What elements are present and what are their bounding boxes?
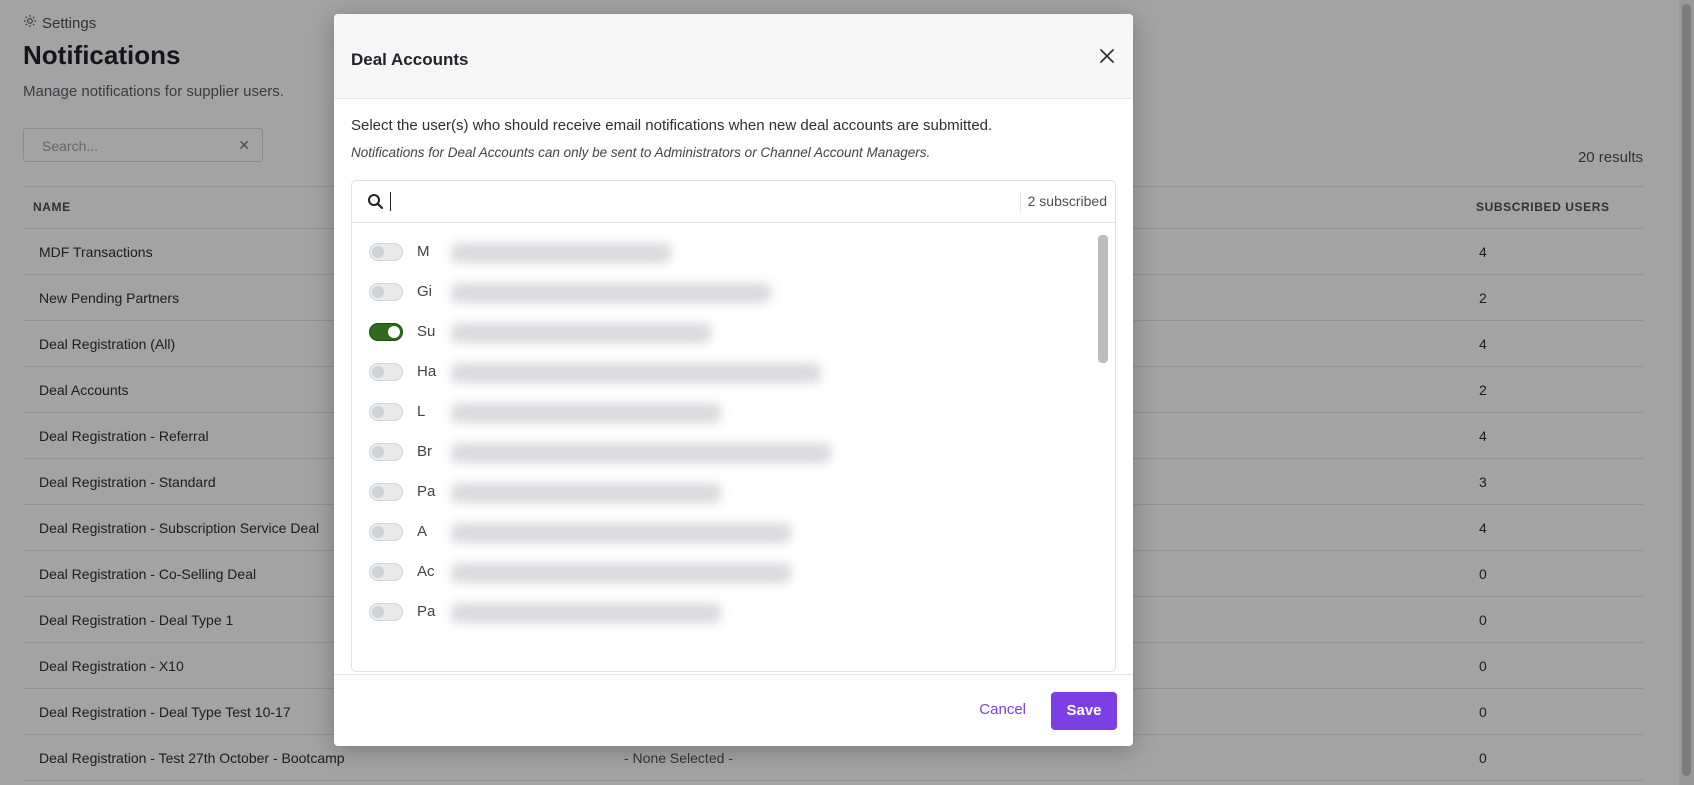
redacted-user-details <box>451 403 721 423</box>
user-item: Pa <box>369 477 1069 507</box>
redacted-user-details <box>451 443 831 463</box>
user-list-scrollbar-thumb[interactable] <box>1098 235 1108 363</box>
user-item: Pa <box>369 597 1069 627</box>
user-name: Ha <box>417 363 437 380</box>
toggle-knob <box>372 566 384 578</box>
user-item: Gi <box>369 277 1069 307</box>
toggle-knob <box>372 526 384 538</box>
subscribe-toggle[interactable] <box>369 403 403 421</box>
save-button[interactable]: Save <box>1051 692 1117 730</box>
user-search-bar: 2 subscribed <box>352 181 1115 223</box>
modal-footer: Cancel Save <box>334 674 1133 746</box>
user-item: Br <box>369 437 1069 467</box>
cancel-button[interactable]: Cancel <box>979 701 1026 718</box>
redacted-user-details <box>451 323 711 343</box>
user-item: M <box>369 237 1069 267</box>
user-item: Su <box>369 317 1069 347</box>
subscribe-toggle[interactable] <box>369 283 403 301</box>
redacted-user-details <box>451 523 791 543</box>
modal-title: Deal Accounts <box>351 50 469 69</box>
toggle-knob <box>372 366 384 378</box>
subscribe-toggle[interactable] <box>369 323 403 341</box>
user-name: Br <box>417 443 432 460</box>
subscribe-toggle[interactable] <box>369 483 403 501</box>
user-item: Ha <box>369 357 1069 387</box>
close-icon[interactable] <box>1095 44 1119 68</box>
modal-description: Select the user(s) who should receive em… <box>351 117 993 134</box>
user-name: Su <box>417 323 436 340</box>
toggle-knob <box>372 486 384 498</box>
redacted-user-details <box>451 563 791 583</box>
deal-accounts-modal: Deal Accounts Select the user(s) who sho… <box>334 14 1133 746</box>
redacted-user-details <box>451 603 721 623</box>
user-name: Gi <box>417 283 432 300</box>
user-search-input[interactable] <box>390 192 955 211</box>
toggle-knob <box>372 606 384 618</box>
user-selection-panel: 2 subscribed M Gi Su Ha L Br Pa A Ac Pa <box>351 180 1116 672</box>
subscribed-count: 2 subscribed <box>1027 193 1107 209</box>
redacted-user-details <box>451 363 821 383</box>
user-item: L <box>369 397 1069 427</box>
user-name: Ac <box>417 563 435 580</box>
user-name: Pa <box>417 603 436 620</box>
user-item: A <box>369 517 1069 547</box>
toggle-knob <box>372 246 384 258</box>
redacted-user-details <box>451 483 721 503</box>
search-divider <box>1020 191 1021 213</box>
subscribe-toggle[interactable] <box>369 563 403 581</box>
subscribe-toggle[interactable] <box>369 443 403 461</box>
subscribe-toggle[interactable] <box>369 363 403 381</box>
user-name: L <box>417 403 426 420</box>
toggle-knob <box>372 406 384 418</box>
redacted-user-details <box>451 283 771 303</box>
subscribe-toggle[interactable] <box>369 523 403 541</box>
user-list: M Gi Su Ha L Br Pa A Ac Pa <box>352 223 1115 663</box>
user-item: Ac <box>369 557 1069 587</box>
toggle-knob <box>388 326 400 338</box>
user-list-scrollbar[interactable] <box>1098 235 1108 655</box>
subscribe-toggle[interactable] <box>369 603 403 621</box>
modal-header: Deal Accounts <box>334 14 1133 99</box>
user-name: M <box>417 243 430 260</box>
redacted-user-details <box>451 243 671 263</box>
user-name: A <box>417 523 428 540</box>
search-icon <box>367 193 384 210</box>
user-name: Pa <box>417 483 436 500</box>
toggle-knob <box>372 446 384 458</box>
modal-note: Notifications for Deal Accounts can only… <box>351 145 931 160</box>
subscribe-toggle[interactable] <box>369 243 403 261</box>
toggle-knob <box>372 286 384 298</box>
